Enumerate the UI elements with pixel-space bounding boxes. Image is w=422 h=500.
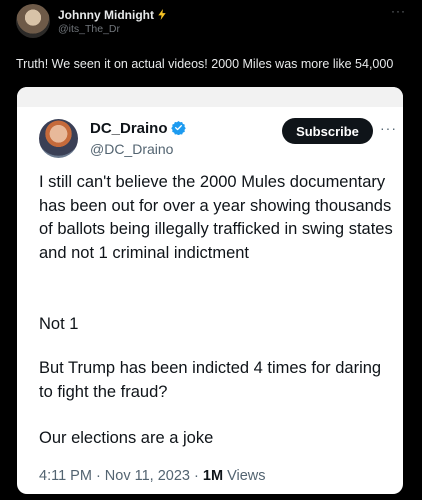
post-timestamp[interactable]: 4:11 PM · Nov 11, 2023 · [39,468,203,484]
post-meta: 4:11 PM · Nov 11, 2023 · 1M Views [39,468,266,484]
inner-author-name[interactable]: DC_Draino [90,120,168,137]
post-paragraph: Not 1 [39,315,79,333]
outer-post-text: Truth! We seen it on actual videos! 2000… [16,57,394,71]
outer-author-name[interactable]: Johnny Midnight [58,8,154,22]
views-count: 1M [202,468,224,484]
verified-badge-icon [170,120,186,135]
outer-post-header: Johnny Midnight @its_The_Dr ··· [16,4,410,44]
inner-author-avatar[interactable] [39,119,78,158]
inner-author-name-row[interactable]: DC_Draino [90,120,186,137]
outer-author-name-row[interactable]: Johnny Midnight [58,8,167,22]
views-label: Views [223,468,266,484]
card-top-bar [17,87,403,107]
inner-author-handle[interactable]: @DC_Draino [90,141,173,157]
post-paragraph: But Trump has been indicted 4 times for … [39,359,382,401]
subscribe-button[interactable]: Subscribe [282,118,373,144]
inner-more-button[interactable]: ··· [380,120,397,136]
lightning-icon [158,9,166,20]
embedded-post-card[interactable]: DC_Draino @DC_Draino Subscribe ··· I sti… [17,87,403,494]
post-paragraph: I still can't believe the 2000 Mules doc… [39,173,393,262]
outer-author-handle[interactable]: @its_The_Dr [58,23,120,35]
outer-author-avatar[interactable] [16,4,50,38]
outer-more-button[interactable]: ··· [391,4,406,18]
post-paragraph: Our elections are a joke [39,429,214,447]
